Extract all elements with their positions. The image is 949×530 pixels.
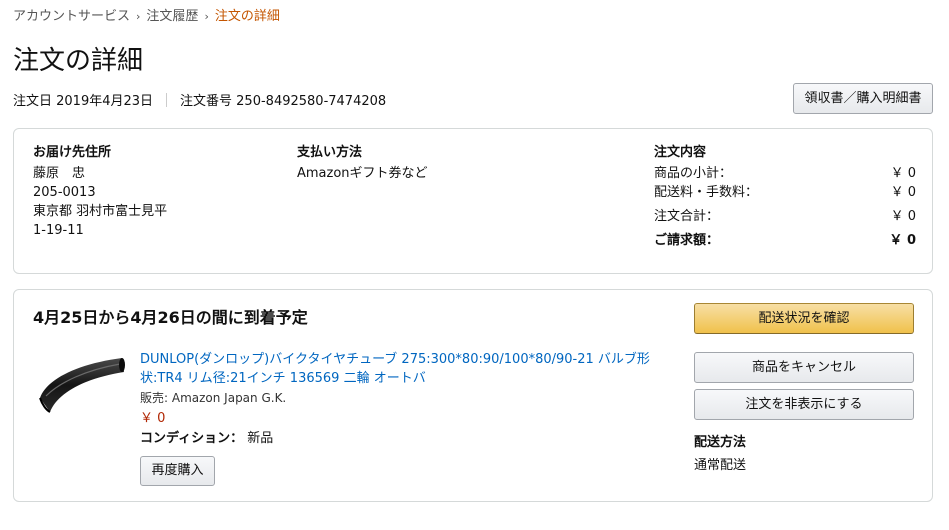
product-name-link[interactable]: DUNLOP(ダンロップ)バイクタイヤチューブ 275:300*80:90/10… <box>140 350 670 388</box>
order-summary: 注文内容 商品の小計： ￥ 0 配送料・手数料： ￥ 0 注文合計： ￥ 0 ご… <box>654 143 916 250</box>
condition-label: コンディション： <box>140 431 244 446</box>
subtotal-value: ￥ 0 <box>890 166 916 181</box>
shipping-fee-row: 配送料・手数料： ￥ 0 <box>654 183 916 202</box>
receipt-button[interactable]: 領収書／購入明細書 <box>793 83 933 114</box>
address-city: 東京都 羽村市富士見平 <box>33 204 168 219</box>
order-total-label: 注文合計： <box>654 209 720 224</box>
condition-value: 新品 <box>247 431 274 446</box>
recipient-name: 藤原 忠 <box>33 166 86 181</box>
order-meta: 注文日 2019年4月23日 注文番号 250-8492580-7474208 <box>13 90 386 109</box>
item-price: ￥ 0 <box>140 411 166 426</box>
billed-amount-value: ￥ 0 <box>889 233 916 248</box>
breadcrumb-order-details: 注文の詳細 <box>214 9 280 24</box>
subtotal-label: 商品の小計： <box>654 166 733 181</box>
payment-method-title: 支払い方法 <box>297 145 363 160</box>
order-summary-title: 注文内容 <box>654 145 707 160</box>
breadcrumb-order-history[interactable]: 注文履歴 <box>146 9 198 24</box>
product-info: DUNLOP(ダンロップ)バイクタイヤチューブ 275:300*80:90/10… <box>140 350 670 486</box>
address-street: 1-19-11 <box>33 223 84 238</box>
delivery-method: 配送方法 通常配送 <box>694 433 746 475</box>
hide-order-button[interactable]: 注文を非表示にする <box>694 389 914 420</box>
cancel-items-button[interactable]: 商品をキャンセル <box>694 352 914 383</box>
delivery-method-title: 配送方法 <box>694 435 747 450</box>
shipment-box: 4月25日から4月26日の間に到着予定 配送状況を確認 商品をキャンセル 注文を… <box>13 289 933 502</box>
shipping-address: お届け先住所 藤原 忠 205-0013 東京都 羽村市富士見平 1-19-11 <box>33 143 167 240</box>
order-total-row: 注文合計： ￥ 0 <box>654 207 916 226</box>
page-title: 注文の詳細 <box>13 46 144 76</box>
order-info-box: お届け先住所 藤原 忠 205-0013 東京都 羽村市富士見平 1-19-11… <box>13 128 933 274</box>
track-package-button[interactable]: 配送状況を確認 <box>694 303 914 334</box>
shipping-fee-label: 配送料・手数料： <box>654 185 759 200</box>
tire-tube-image[interactable] <box>36 352 126 418</box>
delivery-estimate: 4月25日から4月26日の間に到着予定 <box>33 308 308 327</box>
subtotal-row: 商品の小計： ￥ 0 <box>654 164 916 183</box>
shipping-address-title: お届け先住所 <box>33 145 112 160</box>
payment-method-value: Amazonギフト券など <box>297 166 428 181</box>
seller: 販売: Amazon Japan G.K. <box>140 391 287 405</box>
item-condition: コンディション： 新品 <box>140 429 670 448</box>
breadcrumb-separator: › <box>204 10 209 23</box>
order-number: 注文番号 250-8492580-7474208 <box>180 94 387 109</box>
billed-amount-row: ご請求額： ￥ 0 <box>654 231 916 250</box>
payment-method: 支払い方法 Amazonギフト券など <box>297 143 428 183</box>
breadcrumb-separator: › <box>136 10 141 23</box>
order-total-value: ￥ 0 <box>890 209 916 224</box>
delivery-method-value: 通常配送 <box>694 458 747 473</box>
breadcrumb: アカウントサービス › 注文履歴 › 注文の詳細 <box>13 5 280 24</box>
breadcrumb-account-service[interactable]: アカウントサービス <box>13 9 130 24</box>
shipping-fee-value: ￥ 0 <box>890 185 916 200</box>
billed-amount-label: ご請求額： <box>654 233 720 248</box>
order-date: 注文日 2019年4月23日 <box>13 94 154 109</box>
buy-again-button[interactable]: 再度購入 <box>140 456 215 486</box>
meta-divider <box>166 93 168 107</box>
postal-code: 205-0013 <box>33 185 96 200</box>
